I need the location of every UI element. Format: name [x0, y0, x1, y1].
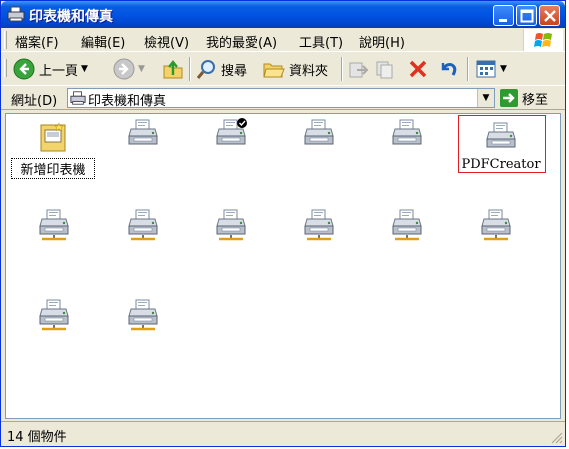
views-button[interactable]: ▼	[475, 56, 507, 82]
item-label: PDFCreator	[461, 157, 541, 172]
undo-icon	[441, 63, 457, 76]
forward-dropdown-icon[interactable]: ▼	[138, 64, 145, 74]
menu-edit[interactable]: 編輯(E)	[81, 32, 125, 51]
printer-icon	[392, 119, 422, 145]
printer-item[interactable]	[365, 116, 449, 186]
views-icon	[476, 60, 496, 78]
title-bar[interactable]: 印表機和傳真	[1, 1, 565, 28]
maximize-icon	[520, 9, 534, 23]
network-printer-item[interactable]	[101, 296, 185, 366]
windows-logo	[523, 29, 563, 51]
address-label: 網址(D)	[11, 94, 58, 109]
back-button[interactable]: 上一頁 ▼	[13, 56, 88, 82]
network-printer-icon	[392, 209, 422, 241]
menu-grip	[4, 31, 7, 49]
copy-to-button[interactable]	[375, 56, 397, 82]
printer-folder-icon	[7, 6, 25, 22]
address-bar: 網址(D) 印表機和傳真 ▼ 移至	[1, 86, 565, 110]
folders-icon	[263, 63, 285, 78]
undo-button[interactable]	[437, 56, 459, 82]
delete-button[interactable]	[407, 56, 429, 82]
menu-view[interactable]: 檢視(V)	[144, 32, 189, 51]
printer-item[interactable]	[277, 116, 361, 186]
go-arrow-icon	[500, 89, 518, 107]
back-label: 上一頁	[39, 63, 79, 79]
go-button[interactable]: 移至	[500, 88, 548, 108]
standard-toolbar: 上一頁 ▼ ▼ 搜尋 資料夾 ▼	[1, 52, 565, 86]
network-printer-item[interactable]	[454, 206, 538, 276]
search-label: 搜尋	[221, 63, 248, 79]
network-printer-icon	[304, 209, 334, 241]
network-printer-icon	[216, 209, 246, 241]
delete-x-icon	[409, 60, 427, 78]
minimize-icon	[499, 19, 507, 22]
printer-folder-icon	[70, 91, 86, 105]
network-printer-icon	[128, 299, 158, 331]
explorer-window: 印表機和傳真 檔案(F) 編輯(E) 檢視(V) 我的最愛(A) 工具(T) 說…	[0, 0, 566, 447]
close-icon	[544, 10, 556, 22]
menu-help[interactable]: 說明(H)	[359, 32, 405, 51]
folders-button[interactable]: 資料夾	[263, 56, 328, 82]
go-label: 移至	[522, 92, 549, 108]
up-folder-button[interactable]	[162, 56, 184, 82]
minimize-button[interactable]	[493, 5, 514, 26]
chevron-down-icon: ▼	[482, 93, 490, 103]
network-printer-item[interactable]	[189, 206, 273, 276]
status-object-count: 14 個物件	[7, 430, 67, 445]
address-value: 印表機和傳真	[88, 94, 167, 109]
network-printer-item[interactable]	[365, 206, 449, 276]
pdfcreator-printer-item[interactable]: PDFCreator	[459, 119, 543, 189]
printer-list-view[interactable]: 新增印表機 PDFCreator	[5, 113, 561, 419]
move-to-button[interactable]	[347, 56, 369, 82]
printer-icon	[486, 122, 516, 148]
printer-icon	[304, 119, 334, 145]
back-dropdown-icon[interactable]: ▼	[81, 64, 88, 74]
network-printer-item[interactable]	[12, 206, 96, 276]
menu-favorites[interactable]: 我的最愛(A)	[206, 32, 277, 51]
status-bar: 14 個物件	[1, 421, 565, 446]
toolbar-separator-2	[341, 57, 343, 81]
network-printer-icon	[39, 299, 69, 331]
move-to-icon	[349, 62, 369, 78]
default-printer-icon	[216, 118, 247, 145]
forward-arrow-icon	[113, 58, 135, 80]
default-printer-item[interactable]	[189, 116, 273, 186]
printer-icon	[128, 119, 158, 145]
add-printer-icon	[40, 122, 66, 152]
up-folder-icon	[163, 60, 183, 79]
views-dropdown-icon[interactable]: ▼	[500, 64, 507, 74]
menu-bar: 檔案(F) 編輯(E) 檢視(V) 我的最愛(A) 工具(T) 說明(H)	[1, 28, 565, 52]
item-label: 新增印表機	[11, 158, 95, 179]
printer-item[interactable]	[101, 116, 185, 186]
menu-tools[interactable]: 工具(T)	[299, 32, 343, 51]
close-button[interactable]	[539, 5, 560, 26]
resize-grip-icon[interactable]	[549, 430, 563, 444]
window-title: 印表機和傳真	[29, 9, 113, 25]
network-printer-icon	[128, 209, 158, 241]
copy-to-icon	[376, 61, 393, 79]
address-dropdown-button[interactable]: ▼	[477, 89, 494, 107]
toolbar-grip	[4, 59, 7, 77]
forward-button[interactable]: ▼	[113, 56, 145, 82]
network-printer-icon	[481, 209, 511, 241]
toolbar-separator	[189, 57, 191, 81]
network-printer-item[interactable]	[101, 206, 185, 276]
windows-flag-icon	[534, 33, 552, 47]
address-field[interactable]: 印表機和傳真 ▼	[67, 88, 495, 109]
network-printer-item[interactable]	[277, 206, 361, 276]
maximize-button[interactable]	[516, 5, 537, 26]
search-button[interactable]: 搜尋	[195, 56, 247, 82]
back-arrow-icon	[13, 58, 35, 80]
network-printer-icon	[39, 209, 69, 241]
search-icon	[196, 60, 215, 79]
menu-file[interactable]: 檔案(F)	[15, 32, 59, 51]
toolbar-separator-3	[467, 57, 469, 81]
folders-label: 資料夾	[289, 63, 329, 79]
network-printer-item[interactable]	[12, 296, 96, 366]
add-printer-item[interactable]: 新增印表機	[11, 120, 95, 190]
